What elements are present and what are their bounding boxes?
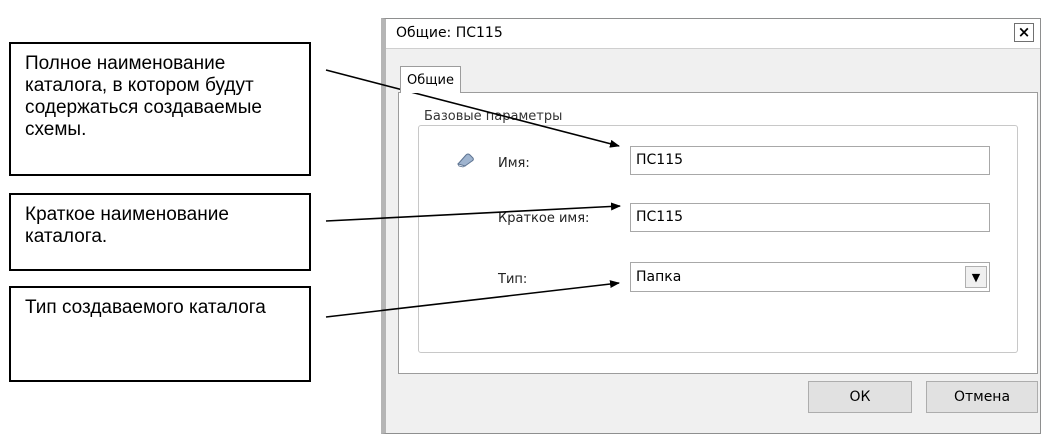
- close-icon: ×: [1017, 23, 1031, 41]
- properties-dialog: Общие: ПС115 × Общие Базовые параметры И…: [381, 18, 1041, 434]
- type-label: Тип:: [498, 272, 528, 287]
- ok-button[interactable]: ОК: [808, 381, 912, 413]
- eraser-icon: [457, 153, 474, 168]
- dialog-title: Общие: ПС115: [396, 25, 503, 41]
- type-select-value: Папка: [636, 269, 682, 285]
- callout-full-name: Полное наименование каталога, в котором …: [9, 42, 311, 176]
- close-button[interactable]: ×: [1014, 23, 1034, 42]
- short-name-field[interactable]: ПС115: [630, 203, 990, 232]
- type-select[interactable]: Папка ▼: [630, 262, 990, 292]
- group-legend: Базовые параметры: [422, 109, 565, 124]
- callout-type: Тип создаваемого каталога: [9, 286, 311, 382]
- title-bar: Общие: ПС115 ×: [386, 19, 1040, 49]
- cancel-button[interactable]: Отмена: [926, 381, 1038, 413]
- tab-general[interactable]: Общие: [400, 66, 461, 93]
- name-label: Имя:: [498, 156, 530, 171]
- name-field[interactable]: ПС115: [630, 146, 990, 175]
- short-name-label: Краткое имя:: [498, 211, 590, 226]
- dropdown-arrow-icon[interactable]: ▼: [965, 266, 987, 288]
- callout-short-name: Краткое наименование каталога.: [9, 193, 311, 271]
